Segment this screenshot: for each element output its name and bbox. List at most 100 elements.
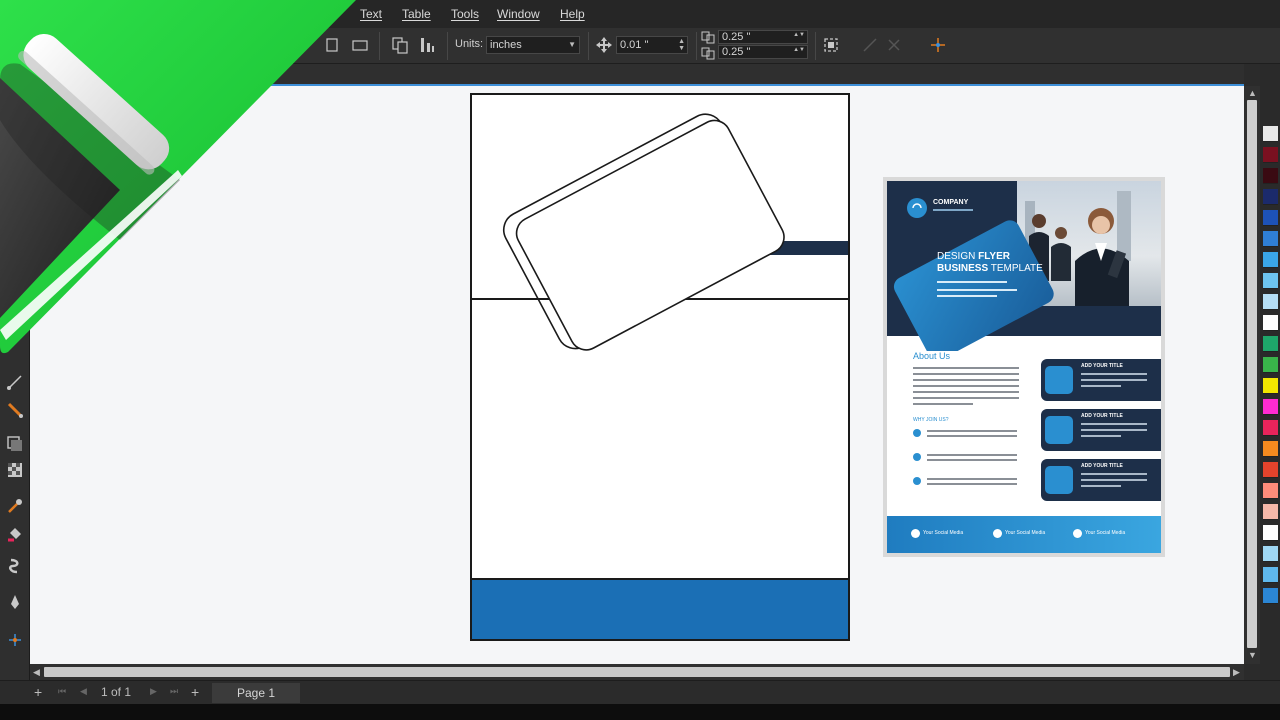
color-swatch[interactable] [1263,273,1278,289]
flyer-card-1: ADD YOUR TITLE [1041,359,1161,401]
flyer-footer: Your Social Media Your Social Media Your… [887,516,1161,553]
color-swatch[interactable] [1263,588,1278,604]
duplicate-x-icon [701,30,717,44]
connector-tool-icon[interactable] [5,372,25,392]
flyer-company-name: COMPANY [933,199,969,206]
page-navigator: + ⏮ ◀ 1 of 1 ▶ ⏭ + Page 1 [0,680,1280,704]
page-artwork [472,113,848,639]
flyer-headline-2: BUSINESS TEMPLATE [937,263,1043,274]
color-swatch[interactable] [1263,378,1278,394]
menu-tools[interactable]: Tools [451,7,479,21]
color-swatch[interactable] [1263,357,1278,373]
last-page-icon[interactable]: ⏭ [170,686,178,697]
scroll-left-icon[interactable]: ◀ [33,667,40,678]
duplicate-x-field[interactable]: 0.25 " ▲▼ [718,30,808,44]
color-palette [1260,64,1280,680]
page-counter: 1 of 1 [101,685,132,699]
transparency-tool-icon[interactable] [5,460,25,480]
color-swatch[interactable] [1263,315,1278,331]
color-swatch[interactable] [1263,147,1278,163]
add-page-after-icon[interactable]: + [191,684,199,700]
color-swatch[interactable] [1263,483,1278,499]
flyer-tagline [933,209,973,211]
color-swatch[interactable] [1263,399,1278,415]
eyedropper-icon[interactable] [5,496,25,516]
color-swatch[interactable] [1263,420,1278,436]
menu-text[interactable]: Text [360,7,382,21]
units-label: Units: [455,38,484,50]
page-tab[interactable]: Page 1 [212,683,300,703]
flyer-social-label: Your Social Media [1085,530,1126,536]
tilted-card-shapes [502,113,785,351]
page-frame-icon[interactable] [821,35,841,55]
flyer-card-title: ADD YOUR TITLE [1081,363,1123,369]
scroll-down-icon[interactable]: ▼ [1248,650,1257,660]
nudge-icon [594,35,614,55]
all-pages-icon[interactable] [390,35,410,55]
color-swatch[interactable] [1263,126,1278,142]
horizontal-scroll-thumb[interactable] [44,667,1230,677]
flyer-card-2: ADD YOUR TITLE [1041,409,1161,451]
flyer-card-title: ADD YOUR TITLE [1081,413,1123,419]
flyer-social-label: Your Social Media [923,530,964,536]
units-dropdown[interactable]: inches ▼ [486,36,580,54]
units-value: inches [490,39,522,51]
menu-table[interactable]: Table [402,7,431,21]
color-swatch[interactable] [1263,525,1278,541]
close-icon[interactable] [884,35,904,55]
fill-tool-icon[interactable] [5,524,25,544]
flyer-card-title: ADD YOUR TITLE [1081,463,1123,469]
color-swatch[interactable] [1263,546,1278,562]
color-swatch[interactable] [1263,231,1278,247]
add-page-icon[interactable]: + [34,684,42,700]
flyer-preview-image[interactable]: COMPANY DESIGN FLYER BUSINESS TEMPLATE A… [887,181,1161,553]
flyer-card-3: ADD YOUR TITLE [1041,459,1161,501]
drop-shadow-tool-icon[interactable] [5,434,25,454]
color-swatch[interactable] [1263,336,1278,352]
color-swatch[interactable] [1263,294,1278,310]
scroll-right-icon[interactable]: ▶ [1233,667,1240,678]
color-swatch[interactable] [1263,567,1278,583]
color-swatch[interactable] [1263,252,1278,268]
flyer-about-text [913,367,1019,405]
nudge-distance-field[interactable]: 0.01 " ▲ ▼ [616,36,688,54]
color-swatch[interactable] [1263,441,1278,457]
nudge-distance-value: 0.01 " [620,39,649,51]
interactive-tool-icon[interactable] [5,400,25,420]
color-swatch[interactable] [1263,504,1278,520]
smart-fill-icon[interactable] [5,556,25,576]
flyer-why-title: WHY JOIN US? [913,417,949,423]
spinner-icon[interactable]: ▲▼ [793,32,805,38]
crosshair-icon[interactable] [5,630,25,650]
menu-help[interactable]: Help [560,7,585,21]
current-page-icon[interactable] [417,35,437,55]
document-page[interactable] [470,93,850,641]
duplicate-y-icon [701,46,717,60]
first-page-icon[interactable]: ⏮ [58,686,66,697]
scroll-up-icon[interactable]: ▲ [1248,88,1257,98]
toolbar-separator [696,32,697,60]
spinner-icon[interactable]: ▲▼ [678,38,685,52]
previous-page-icon[interactable]: ◀ [80,686,87,697]
vertical-scroll-thumb[interactable] [1247,100,1257,648]
vertical-scrollbar[interactable]: ▲ ▼ [1244,86,1260,664]
horizontal-scrollbar[interactable]: ◀ ▶ [30,664,1244,680]
duplicate-y-field[interactable]: 0.25 " ▲▼ [718,45,808,59]
toolbar-separator [379,32,380,60]
toolbar-separator [588,32,589,60]
outline-pen-icon[interactable] [5,592,25,612]
flyer-checklist [913,429,1017,485]
color-swatch[interactable] [1263,462,1278,478]
footer-blue-band [472,579,848,639]
color-swatch[interactable] [1263,210,1278,226]
duplicate-y-value: 0.25 " [722,46,751,58]
snap-icon[interactable] [860,35,880,55]
menu-window[interactable]: Window [497,7,540,21]
spinner-icon[interactable]: ▲▼ [793,47,805,53]
next-page-icon[interactable]: ▶ [150,686,157,697]
color-swatch[interactable] [1263,168,1278,184]
flyer-about-title: About Us [913,351,951,361]
guideline-icon[interactable] [928,35,948,55]
chevron-down-icon: ▼ [568,40,576,49]
color-swatch[interactable] [1263,189,1278,205]
